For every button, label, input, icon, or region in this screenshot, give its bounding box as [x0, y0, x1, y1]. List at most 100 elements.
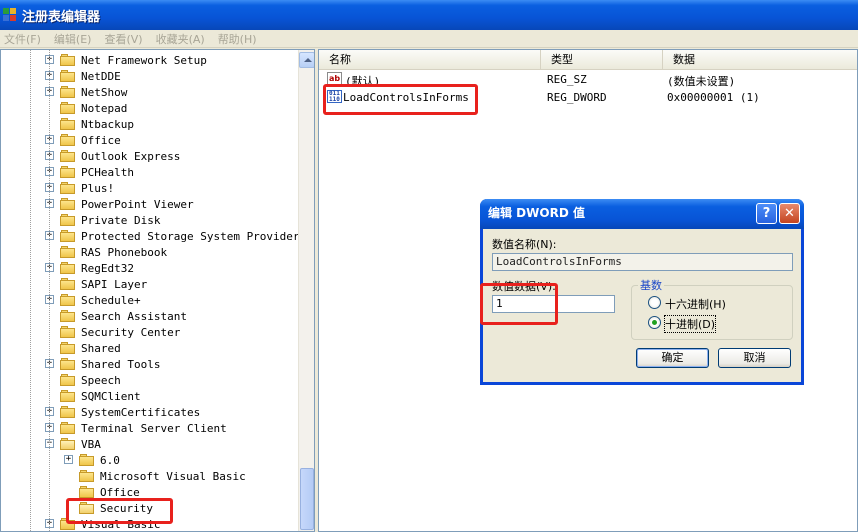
tree-guide-line	[49, 50, 50, 531]
folder-icon	[60, 214, 76, 226]
folder-icon	[60, 310, 76, 322]
tree-item-label[interactable]: Speech	[81, 374, 121, 387]
folder-icon	[60, 374, 76, 386]
tree-item-label[interactable]: Shared	[81, 342, 121, 355]
scroll-up-button[interactable]	[299, 52, 314, 68]
list-row[interactable]: 011 110 LoadControlsInForms REG_DWORD 0x0…	[319, 89, 857, 106]
folder-icon	[60, 358, 76, 370]
tree-item-label[interactable]: Protected Storage System Provider	[81, 230, 300, 243]
value-type: REG_DWORD	[547, 91, 607, 104]
folder-icon	[60, 198, 76, 210]
tree-item-label[interactable]: Net Framework Setup	[81, 54, 207, 67]
column-data[interactable]: 数据	[663, 50, 857, 70]
folder-icon	[60, 390, 76, 402]
tree-item-label[interactable]: PCHealth	[81, 166, 134, 179]
tree-item-label[interactable]: SQMClient	[81, 390, 141, 403]
tree-item-label[interactable]: SystemCertificates	[81, 406, 200, 419]
tree-item-label[interactable]: Shared Tools	[81, 358, 160, 371]
radio-hex-label: 十六进制(H)	[665, 298, 726, 311]
tree-item-label[interactable]: Security	[100, 502, 153, 515]
tree-item-label[interactable]: Ntbackup	[81, 118, 134, 131]
folder-icon	[60, 230, 76, 242]
expand-icon[interactable]: +	[64, 455, 73, 464]
tree-item-label[interactable]: Search Assistant	[81, 310, 187, 323]
tree-item-label[interactable]: PowerPoint Viewer	[81, 198, 194, 211]
folder-icon	[60, 326, 76, 338]
dialog-title: 编辑 DWORD 值	[488, 206, 585, 220]
menu-favorites[interactable]: 收藏夹(A)	[156, 31, 205, 47]
registry-tree[interactable]: + Net Framework Setup + NetDDE + NetShow Notep…	[0, 49, 315, 532]
menu-edit[interactable]: 编辑(E)	[54, 31, 92, 47]
tree-item-label[interactable]: 6.0	[100, 454, 120, 467]
menu-file[interactable]: 文件(F)	[4, 31, 41, 47]
radio-hexadecimal[interactable]	[648, 296, 661, 309]
window-titlebar: 注册表编辑器	[0, 0, 858, 30]
folder-icon	[79, 486, 95, 498]
tree-item-label[interactable]: Visual Basic	[81, 518, 160, 531]
tree-item-label[interactable]: RAS Phonebook	[81, 246, 167, 259]
scroll-thumb[interactable]	[300, 468, 314, 530]
tree-item-label[interactable]: Private Disk	[81, 214, 160, 227]
tree-item-label[interactable]: NetShow	[81, 86, 127, 99]
radio-dec-label: 十进制(D)	[663, 315, 717, 333]
value-name-label: 数值名称(N):	[492, 238, 557, 251]
tree-item-label[interactable]: SAPI Layer	[81, 278, 147, 291]
menu-bar: 文件(F) 编辑(E) 查看(V) 收藏夹(A) 帮助(H)	[0, 30, 858, 48]
folder-icon	[79, 470, 95, 482]
tree-item-label[interactable]: Schedule+	[81, 294, 141, 307]
binary-value-icon: 011 110	[327, 90, 342, 103]
folder-icon	[60, 54, 76, 66]
folder-icon	[79, 454, 95, 466]
tree-scrollbar[interactable]	[298, 50, 314, 531]
value-data-input[interactable]: 1	[492, 295, 615, 313]
list-row[interactable]: ab (默认) REG_SZ (数值未设置)	[319, 71, 857, 88]
tree-item-label[interactable]: NetDDE	[81, 70, 121, 83]
tree-item-label[interactable]: Outlook Express	[81, 150, 180, 163]
tree-item-label[interactable]: Notepad	[81, 102, 127, 115]
tree-item-label[interactable]: VBA	[81, 438, 101, 451]
tree-item-label[interactable]: Security Center	[81, 326, 180, 339]
menu-view[interactable]: 查看(V)	[104, 31, 142, 47]
folder-icon	[60, 134, 76, 146]
tree-item-label[interactable]: Office	[81, 134, 121, 147]
folder-icon	[60, 262, 76, 274]
folder-icon	[60, 246, 76, 258]
base-label: 基数	[638, 277, 664, 293]
help-button[interactable]: ?	[756, 203, 777, 224]
folder-icon	[60, 102, 76, 114]
string-value-icon: ab	[327, 72, 342, 85]
tree-item-label[interactable]: RegEdt32	[81, 262, 134, 275]
window-title: 注册表编辑器	[22, 9, 101, 25]
tree-item-label[interactable]: Plus!	[81, 182, 114, 195]
folder-icon	[60, 118, 76, 130]
value-data: 0x00000001 (1)	[667, 91, 760, 104]
radio-decimal[interactable]	[648, 316, 661, 329]
folder-icon	[60, 406, 76, 418]
folder-icon	[60, 278, 76, 290]
cancel-button[interactable]: 取消	[718, 348, 791, 368]
edit-dword-dialog: 编辑 DWORD 值 ? ✕ 数值名称(N): LoadControlsInFo…	[480, 199, 804, 385]
ok-button[interactable]: 确定	[636, 348, 709, 368]
column-name[interactable]: 名称	[319, 50, 541, 70]
folder-icon	[60, 86, 76, 98]
value-name: LoadControlsInForms	[343, 91, 469, 104]
value-name: (默认)	[345, 75, 381, 88]
value-data-label: 数值数据(V):	[492, 280, 556, 293]
folder-icon	[60, 438, 76, 450]
folder-icon	[79, 502, 95, 514]
folder-icon	[60, 70, 76, 82]
folder-icon	[60, 342, 76, 354]
tree-item-label[interactable]: Microsoft Visual Basic	[100, 470, 246, 483]
folder-icon	[60, 166, 76, 178]
folder-icon	[60, 422, 76, 434]
close-button[interactable]: ✕	[779, 203, 800, 224]
list-header: 名称 类型 数据	[319, 50, 857, 70]
value-name-field: LoadControlsInForms	[492, 253, 793, 271]
tree-item-label[interactable]: Terminal Server Client	[81, 422, 227, 435]
column-type[interactable]: 类型	[541, 50, 663, 70]
tree-guide-line	[30, 50, 31, 531]
value-type: REG_SZ	[547, 73, 587, 86]
tree-item-label[interactable]: Office	[100, 486, 140, 499]
menu-help[interactable]: 帮助(H)	[218, 31, 257, 47]
folder-icon	[60, 150, 76, 162]
